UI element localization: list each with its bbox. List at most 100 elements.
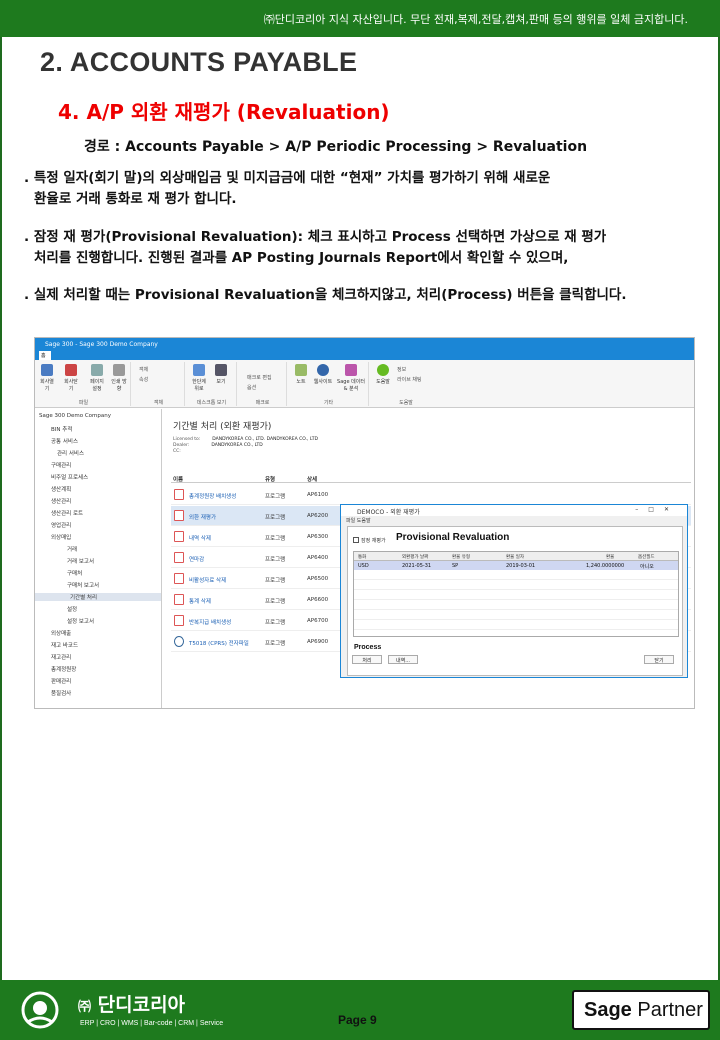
page-setup-button[interactable]: 페이지 설정 (89, 364, 105, 392)
tree-item[interactable]: 재고관리 (51, 653, 71, 661)
navigation-tree: Sage 300 Demo Company BIN 추적 공통 서비스 관리 서… (35, 409, 162, 708)
tree-item-selected[interactable]: 기간별 처리 (35, 593, 161, 601)
paragraph-line: . 실제 처리할 때는 Provisional Revaluation을 체크하… (24, 287, 627, 303)
tree-item[interactable]: 판매관리 (51, 677, 71, 685)
tree-item[interactable]: 구매관리 (51, 461, 71, 469)
tree-item[interactable]: 외상매출 (51, 629, 71, 637)
page-title: 2. ACCOUNTS PAYABLE (40, 47, 358, 77)
website-button[interactable]: 웹사이트 (313, 364, 333, 385)
tree-item[interactable]: 외상매입 (51, 533, 71, 541)
row-name: 연마감 (189, 557, 205, 563)
close-icon (65, 364, 77, 376)
company-prefix: ㈜ (78, 1000, 92, 1015)
tree-item[interactable]: Sage 300 Demo Company (39, 413, 111, 419)
company-name: ㈜ 단디코리아 (78, 990, 185, 1017)
table-row[interactable]: 총계정원장 배치생성 프로그램 AP6100 (171, 485, 691, 505)
notes-button[interactable]: 노트 (293, 364, 309, 385)
chart-icon (345, 364, 357, 376)
tree-item[interactable]: 총계정원장 (51, 665, 76, 673)
dialog-title-text: DEMOCO - 외환 재평가 (357, 509, 420, 516)
properties-button[interactable]: 속성 (139, 376, 148, 383)
row-code: AP6100 (307, 492, 329, 498)
up-level-button[interactable]: 한단계 위로 (191, 364, 207, 392)
globe-icon (317, 364, 329, 376)
group-label: 파일 (78, 400, 89, 406)
tree-item[interactable]: 구매처 (67, 569, 82, 577)
program-icon (174, 510, 184, 521)
ribbon-group-macro: 매크로 편집 옵션 매크로 (239, 362, 287, 406)
close-button[interactable]: 닫기 (644, 655, 674, 664)
tree-item[interactable]: 거래 보고서 (67, 557, 94, 565)
close-company-button[interactable]: 회사닫기 (63, 364, 79, 392)
group-label: 데스크톱 보기 (196, 400, 227, 406)
help-button[interactable]: 도움말 (375, 364, 391, 385)
sage-data-button[interactable]: Sage 데이터 & 분석 (337, 364, 365, 392)
program-icon (174, 573, 184, 584)
grid-column-header: 환율 (606, 555, 615, 560)
tree-item[interactable]: 설정 보고서 (67, 617, 94, 625)
menu-path: 경로 : Accounts Payable > A/P Periodic Pro… (84, 139, 588, 155)
process-annotation: Process (354, 644, 382, 651)
dialog-title: DEMOCO - 외환 재평가 –□✕ (341, 505, 687, 516)
tree-item[interactable]: 영업관리 (51, 521, 71, 529)
license-value: DANDYKOREA CO., LTD. DANDYKOREA CO., LTD (212, 437, 318, 442)
row-code: AP6700 (307, 618, 329, 624)
grid-empty-row (354, 571, 678, 580)
button-label: 노트 (296, 379, 306, 385)
row-type: 프로그램 (265, 557, 286, 563)
tree-item[interactable]: 생산관리 (51, 497, 71, 505)
grid-column-header: 환율 일자 (506, 555, 524, 560)
row-code: AP6600 (307, 597, 329, 603)
tab-home[interactable]: 홈 (39, 351, 51, 360)
live-chat-button[interactable]: 라이브 채팅 (397, 376, 422, 383)
row-name: 외환 재평가 (189, 515, 217, 521)
program-icon (174, 615, 184, 626)
tree-item[interactable]: 비주얼 프로세스 (51, 473, 88, 481)
tree-item[interactable]: 공통 서비스 (51, 437, 78, 445)
tree-item[interactable]: BIN 추적 (51, 425, 72, 433)
company-logo-icon (21, 991, 59, 1029)
info-button[interactable]: 정보 (397, 366, 406, 373)
provisional-checkbox[interactable] (353, 537, 359, 543)
group-label: 기타 (323, 400, 334, 406)
tree-item[interactable]: 생산관리 로트 (51, 509, 83, 517)
license-label: Licensed to: (173, 437, 201, 442)
page-number: Page 9 (338, 1013, 377, 1027)
print-orientation-button[interactable]: 인쇄 방향 (111, 364, 127, 392)
open-company-button[interactable]: 회사열기 (39, 364, 55, 392)
note-icon (295, 364, 307, 376)
row-type: 프로그램 (265, 641, 286, 647)
paragraph-line: 처리를 진행합니다. 진행된 결과를 AP Posting Journals R… (34, 250, 569, 266)
grid-row[interactable]: USD 2021-05-31 SP 2019-03-01 1,240.00000… (354, 561, 678, 570)
row-name: T5018 (CPRS) 전자파일 (189, 641, 249, 647)
ribbon-group-desktop: 한단계 위로 보기 데스크톱 보기 (187, 362, 237, 406)
window-controls[interactable]: –□✕ (635, 506, 679, 513)
object-button[interactable]: 객체 (139, 366, 148, 373)
tree-item[interactable]: 품질검사 (51, 689, 71, 697)
edit-macro-button[interactable]: 매크로 편집 (247, 374, 272, 381)
license-info: Licensed to: DANDYKOREA CO., LTD. DANDYKO… (173, 437, 318, 455)
tree-item[interactable]: 재고 바코드 (51, 641, 78, 649)
tab-bar (35, 350, 694, 360)
group-label: 도움말 (399, 400, 413, 406)
tree-item[interactable]: 관리 서비스 (57, 449, 84, 457)
tree-item[interactable]: 설정 (67, 605, 77, 613)
dealer-value: DANDYKOREA CO., LTD (211, 443, 263, 448)
partner-text: Partner (631, 999, 703, 1021)
tree-item[interactable]: 거래 (67, 545, 77, 553)
view-button[interactable]: 보기 (213, 364, 229, 385)
tree-item[interactable]: 생산계획 (51, 485, 71, 493)
column-header: 상세 (307, 477, 318, 483)
cc-label: CC: (173, 449, 181, 454)
tree-item[interactable]: 구매처 보고서 (67, 581, 99, 589)
process-button[interactable]: 처리 (352, 655, 382, 664)
history-button[interactable]: 내역... (388, 655, 418, 664)
options-button[interactable]: 옵션 (247, 384, 256, 391)
dialog-menu[interactable]: 파일 도움말 (341, 516, 687, 524)
arrow-up-icon (193, 364, 205, 376)
grid-cell: SP (452, 563, 459, 569)
row-code: AP6300 (307, 534, 329, 540)
provisional-annotation: Provisional Revaluation (396, 532, 510, 543)
grid-column-header: 외환평가 날짜 (402, 555, 429, 560)
button-label: 보기 (216, 379, 226, 385)
